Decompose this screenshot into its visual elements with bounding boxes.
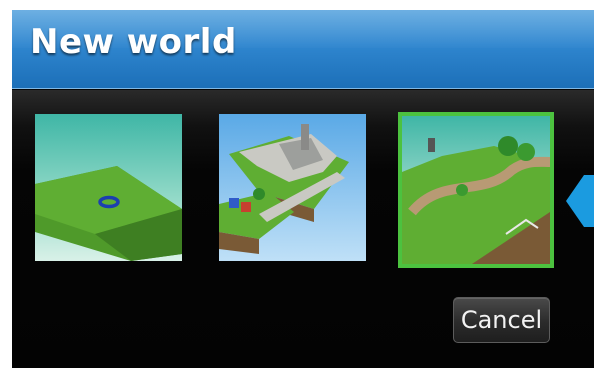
cancel-button[interactable]: Cancel — [453, 297, 550, 343]
hilly-path-world-thumbnail[interactable] — [398, 112, 554, 268]
island-town-world-thumbnail[interactable] — [219, 114, 366, 261]
flat-plain-world-thumbnail[interactable] — [35, 114, 182, 261]
title-bar: New world — [12, 10, 594, 89]
dialog-title: New world — [30, 22, 237, 62]
callout-pointer-icon — [566, 171, 594, 231]
